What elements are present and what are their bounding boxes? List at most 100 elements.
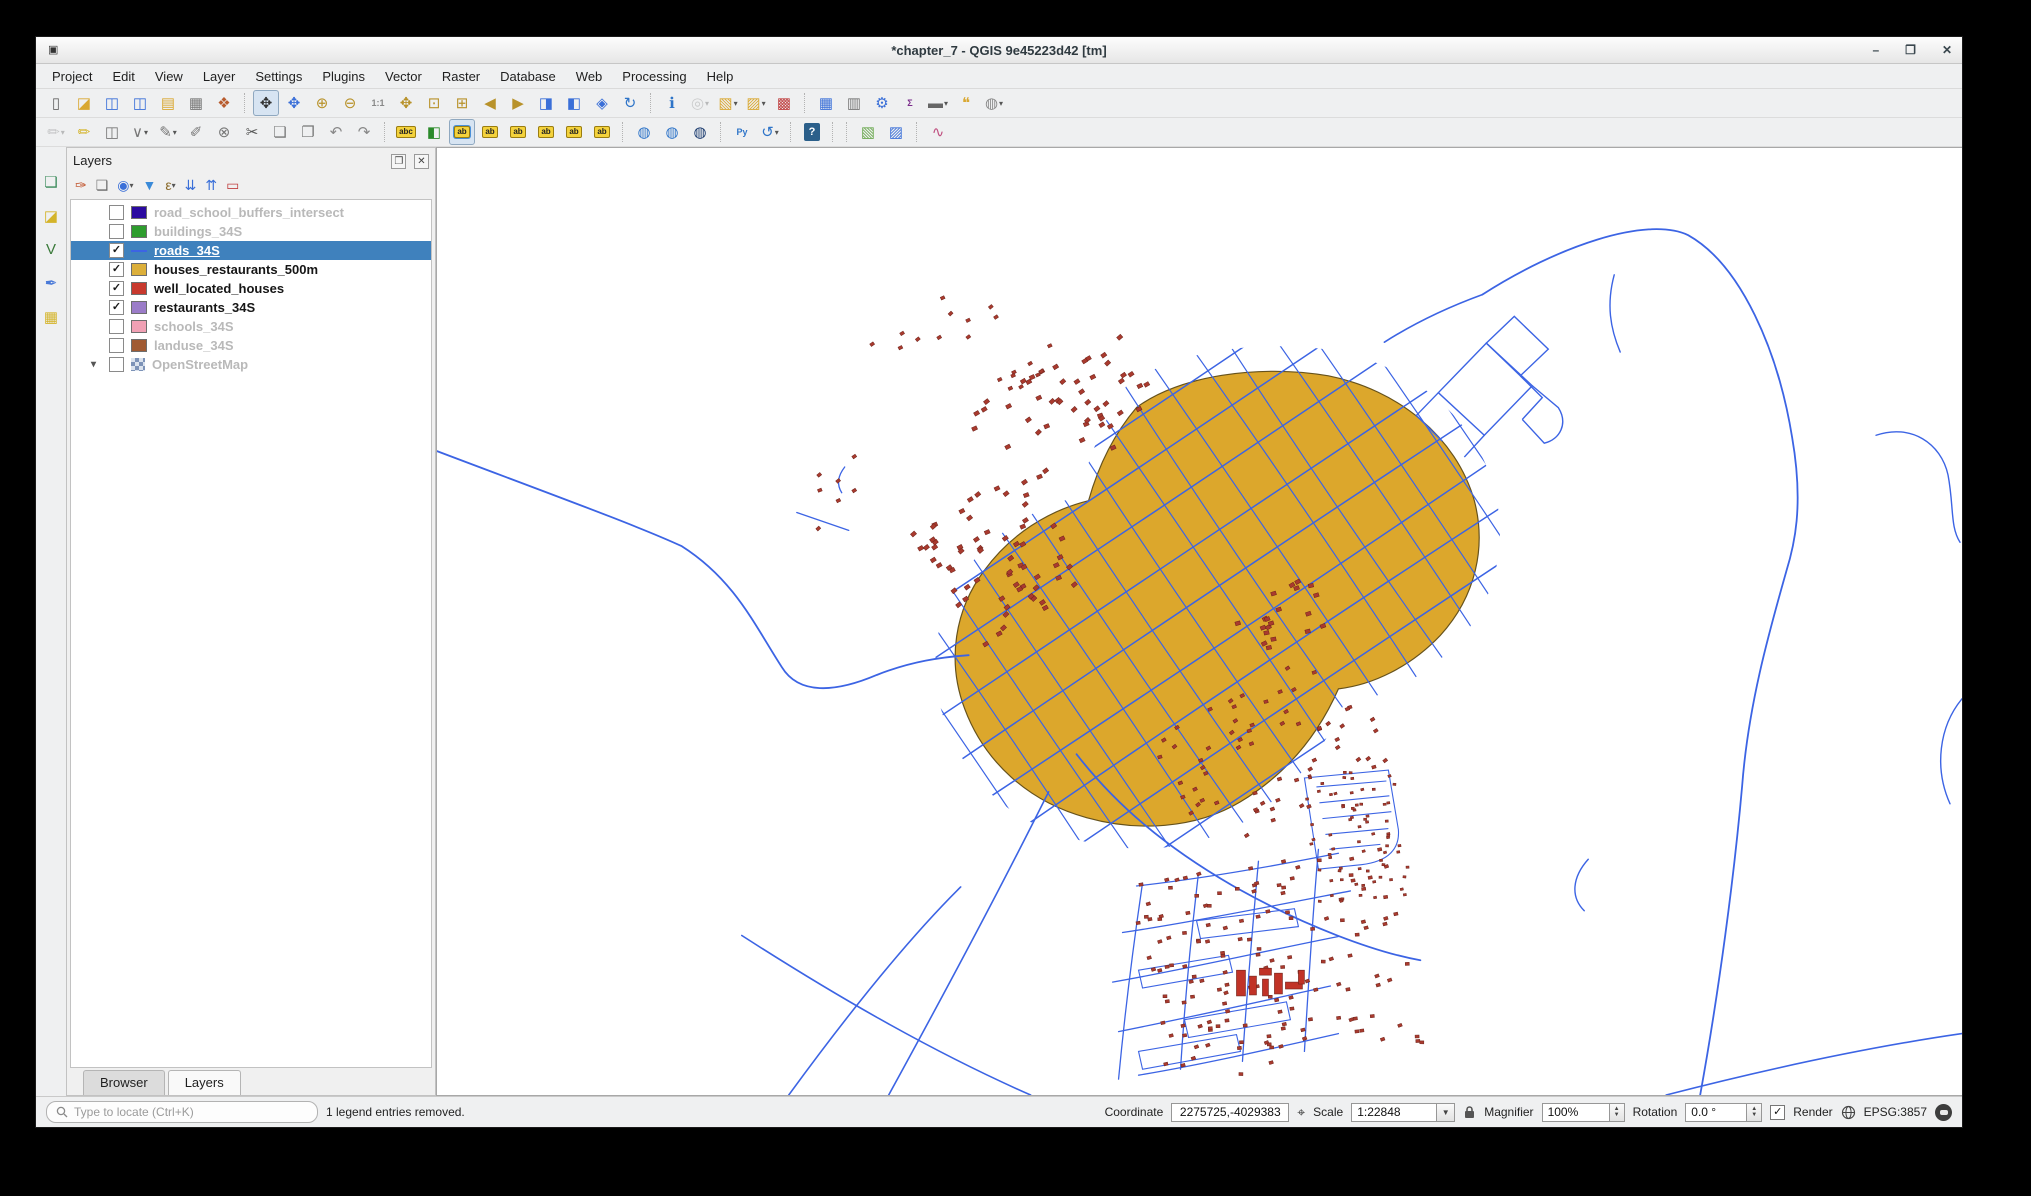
toggle-editing-icon[interactable]: ✏: [71, 119, 97, 145]
show-hidden-labels-icon[interactable]: ab: [505, 119, 531, 145]
plugin-map-tools-icon[interactable]: ▨: [883, 119, 909, 145]
move-label-icon[interactable]: ab: [533, 119, 559, 145]
layer-checkbox[interactable]: ✓: [109, 243, 124, 258]
pin-labels-icon[interactable]: ab: [449, 119, 475, 145]
coordinate-input[interactable]: 2275725,-4029383: [1171, 1103, 1289, 1122]
select-features-icon[interactable]: ▧▾: [715, 90, 741, 116]
expand-all-icon[interactable]: ⇊: [185, 177, 197, 194]
add-group-icon[interactable]: ❏: [96, 177, 109, 194]
tab-layers[interactable]: Layers: [168, 1070, 241, 1095]
layer-row-restaurants_34s[interactable]: ✓restaurants_34S: [71, 298, 431, 317]
magnifier-spinbox[interactable]: 100% ▲▼: [1542, 1103, 1625, 1122]
layer-checkbox[interactable]: [109, 205, 124, 220]
remove-layer-icon[interactable]: ▭: [226, 177, 239, 194]
collapse-all-icon[interactable]: ⇈: [205, 177, 217, 194]
copy-features-icon[interactable]: ❏: [267, 119, 293, 145]
locator-search[interactable]: Type to locate (Ctrl+K): [46, 1101, 318, 1123]
zoom-to-layer-icon[interactable]: ⊞: [449, 90, 475, 116]
layer-row-openstreetmap[interactable]: ▾OpenStreetMap: [71, 355, 431, 374]
map-svg[interactable]: [437, 148, 1962, 1095]
menu-view[interactable]: View: [145, 67, 193, 86]
current-edits-icon[interactable]: ✏▾: [43, 119, 69, 145]
menu-plugins[interactable]: Plugins: [312, 67, 375, 86]
layer-row-landuse_34s[interactable]: landuse_34S: [71, 336, 431, 355]
menu-help[interactable]: Help: [697, 67, 744, 86]
identify-features-icon[interactable]: ℹ: [659, 90, 685, 116]
new-map-view-icon[interactable]: ◨: [533, 90, 559, 116]
zoom-to-selection-icon[interactable]: ⊡: [421, 90, 447, 116]
delete-selected-icon[interactable]: ⊗: [211, 119, 237, 145]
close-button[interactable]: ✕: [1942, 44, 1952, 56]
field-calculator-icon[interactable]: ▥: [841, 90, 867, 116]
map-canvas[interactable]: [436, 147, 1962, 1096]
zoom-next-icon[interactable]: ▶: [505, 90, 531, 116]
select-by-expression-icon[interactable]: ▨▾: [743, 90, 769, 116]
processing-toolbox-icon[interactable]: ⚙: [869, 90, 895, 116]
menu-raster[interactable]: Raster: [432, 67, 490, 86]
crs-label[interactable]: EPSG:3857: [1864, 1105, 1927, 1119]
open-layer-styling-icon[interactable]: ✑: [75, 177, 87, 194]
undo-icon[interactable]: ↶: [323, 119, 349, 145]
bookmarks-icon[interactable]: ◈: [589, 90, 615, 116]
statistics-panel-icon[interactable]: Σ: [897, 90, 923, 116]
filter-legend-icon[interactable]: ▼: [143, 177, 157, 193]
help-contents-icon[interactable]: ?: [799, 119, 825, 145]
processing-history-icon[interactable]: ↺▾: [757, 119, 783, 145]
layer-checkbox[interactable]: ✓: [109, 262, 124, 277]
vector-nodes-icon[interactable]: V: [46, 241, 56, 258]
scale-combo[interactable]: 1:22848 ▼: [1351, 1103, 1455, 1122]
layer-row-schools_34s[interactable]: schools_34S: [71, 317, 431, 336]
show-layout-manager-icon[interactable]: ▦: [183, 90, 209, 116]
float-panel-icon[interactable]: ❐: [391, 154, 406, 169]
mesh-icon[interactable]: ▦: [44, 308, 58, 326]
close-panel-icon[interactable]: ✕: [414, 154, 429, 169]
map-tips-icon[interactable]: ❝: [953, 90, 979, 116]
layer-checkbox[interactable]: [109, 338, 124, 353]
run-feature-action-icon[interactable]: ◎▾: [687, 90, 713, 116]
menu-project[interactable]: Project: [42, 67, 102, 86]
pan-to-selection-icon[interactable]: ✥: [281, 90, 307, 116]
save-project-as-icon[interactable]: ◫: [127, 90, 153, 116]
menu-edit[interactable]: Edit: [102, 67, 144, 86]
change-label-icon[interactable]: ab: [589, 119, 615, 145]
quill-icon[interactable]: ✒: [45, 274, 58, 292]
globe-box-icon[interactable]: ◪: [44, 207, 58, 225]
maximize-button[interactable]: ❐: [1905, 44, 1916, 56]
rotation-spin-arrows[interactable]: ▲▼: [1747, 1103, 1762, 1122]
web-service-icon[interactable]: ◍: [659, 119, 685, 145]
save-project-icon[interactable]: ◫: [99, 90, 125, 116]
deselect-features-icon[interactable]: ▩: [771, 90, 797, 116]
filter-by-expression-icon[interactable]: ε▾: [165, 177, 175, 193]
layer-row-roads_34s[interactable]: ✓roads_34S: [71, 241, 431, 260]
paste-features-icon[interactable]: ❐: [295, 119, 321, 145]
layer-row-buildings_34s[interactable]: buildings_34S: [71, 222, 431, 241]
tab-browser[interactable]: Browser: [83, 1070, 165, 1095]
cut-features-icon[interactable]: ✂: [239, 119, 265, 145]
qgis-hub-icon[interactable]: ◍: [687, 119, 713, 145]
modify-attributes-icon[interactable]: ✐: [183, 119, 209, 145]
layer-checkbox[interactable]: [109, 319, 124, 334]
new-3d-map-view-icon[interactable]: ◧: [561, 90, 587, 116]
layer-checkbox[interactable]: [109, 224, 124, 239]
refresh-icon[interactable]: ↻: [617, 90, 643, 116]
menu-vector[interactable]: Vector: [375, 67, 432, 86]
layer-row-road_school_buffers_intersect[interactable]: road_school_buffers_intersect: [71, 203, 431, 222]
layer-diagram-icon[interactable]: ◧: [421, 119, 447, 145]
layer-checkbox[interactable]: ✓: [109, 281, 124, 296]
rotate-label-icon[interactable]: ab: [561, 119, 587, 145]
layers-stack-icon[interactable]: ❏: [44, 173, 57, 191]
digitize-segment-icon[interactable]: ∨▾: [127, 119, 153, 145]
vertex-tool-icon[interactable]: ✎▾: [155, 119, 181, 145]
zoom-native-icon[interactable]: 1:1: [365, 90, 391, 116]
layer-labeling-icon[interactable]: abc: [393, 119, 419, 145]
style-manager-icon[interactable]: ❖: [211, 90, 237, 116]
text-annotation-icon[interactable]: ◍▾: [981, 90, 1007, 116]
crs-globe-icon[interactable]: [1841, 1105, 1856, 1120]
messages-button[interactable]: [1935, 1104, 1952, 1121]
layer-row-well_located_houses[interactable]: ✓well_located_houses: [71, 279, 431, 298]
menu-settings[interactable]: Settings: [245, 67, 312, 86]
layer-checkbox[interactable]: ✓: [109, 300, 124, 315]
magnifier-spin-arrows[interactable]: ▲▼: [1610, 1103, 1625, 1122]
render-checkbox[interactable]: ✓: [1770, 1105, 1785, 1120]
save-layer-edits-icon[interactable]: ◫: [99, 119, 125, 145]
